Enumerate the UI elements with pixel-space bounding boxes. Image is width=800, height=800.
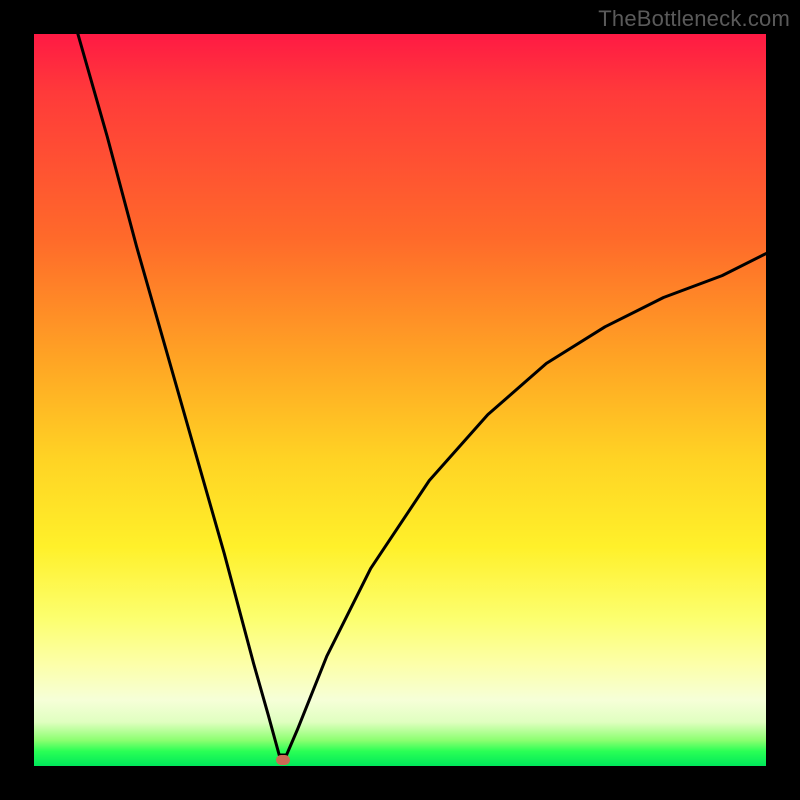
curve-svg — [34, 34, 766, 766]
chart-frame: TheBottleneck.com — [0, 0, 800, 800]
minimum-marker — [276, 755, 290, 765]
plot-area — [34, 34, 766, 766]
bottleneck-curve — [78, 34, 766, 755]
watermark-text: TheBottleneck.com — [598, 6, 790, 32]
